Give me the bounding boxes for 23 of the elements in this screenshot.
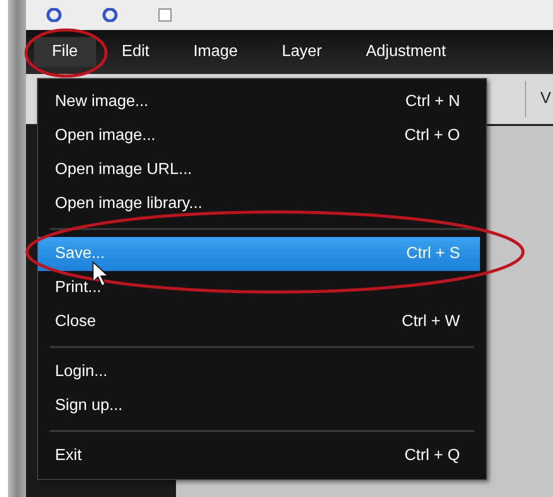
shortcut-label: Ctrl + Q bbox=[404, 447, 460, 465]
menu-option[interactable]: Print... bbox=[38, 271, 480, 305]
menu-option[interactable]: Open image library... bbox=[38, 187, 480, 221]
shortcut-label: Ctrl + W bbox=[402, 313, 460, 331]
menu-option[interactable]: Close Ctrl + W bbox=[38, 305, 480, 339]
menu-item[interactable]: Layer bbox=[264, 37, 340, 67]
menu-item[interactable]: Edit bbox=[104, 37, 168, 67]
menu-option[interactable]: Exit Ctrl + Q bbox=[38, 439, 480, 473]
menu-option[interactable]: Open image URL... bbox=[38, 153, 480, 187]
menu-item[interactable]: Adjustment bbox=[348, 37, 464, 67]
bookmark-icon[interactable] bbox=[46, 8, 62, 22]
toolbar-item[interactable]: V bbox=[525, 81, 553, 117]
menu-option[interactable]: Open image... Ctrl + O bbox=[38, 119, 480, 153]
shortcut-label: Ctrl + S bbox=[406, 245, 460, 263]
menu-option[interactable]: New image... Ctrl + N bbox=[38, 85, 480, 119]
menu-item[interactable]: Image bbox=[175, 37, 256, 67]
page-icon[interactable] bbox=[158, 8, 172, 22]
menu-item[interactable]: File bbox=[34, 37, 96, 67]
shortcut-label: Ctrl + N bbox=[405, 93, 460, 111]
menu-option[interactable]: Sign up... bbox=[38, 389, 480, 423]
bookmark-icon[interactable] bbox=[102, 8, 118, 22]
shortcut-label: Ctrl + O bbox=[404, 127, 460, 145]
menu-option[interactable]: Login... bbox=[38, 355, 480, 389]
